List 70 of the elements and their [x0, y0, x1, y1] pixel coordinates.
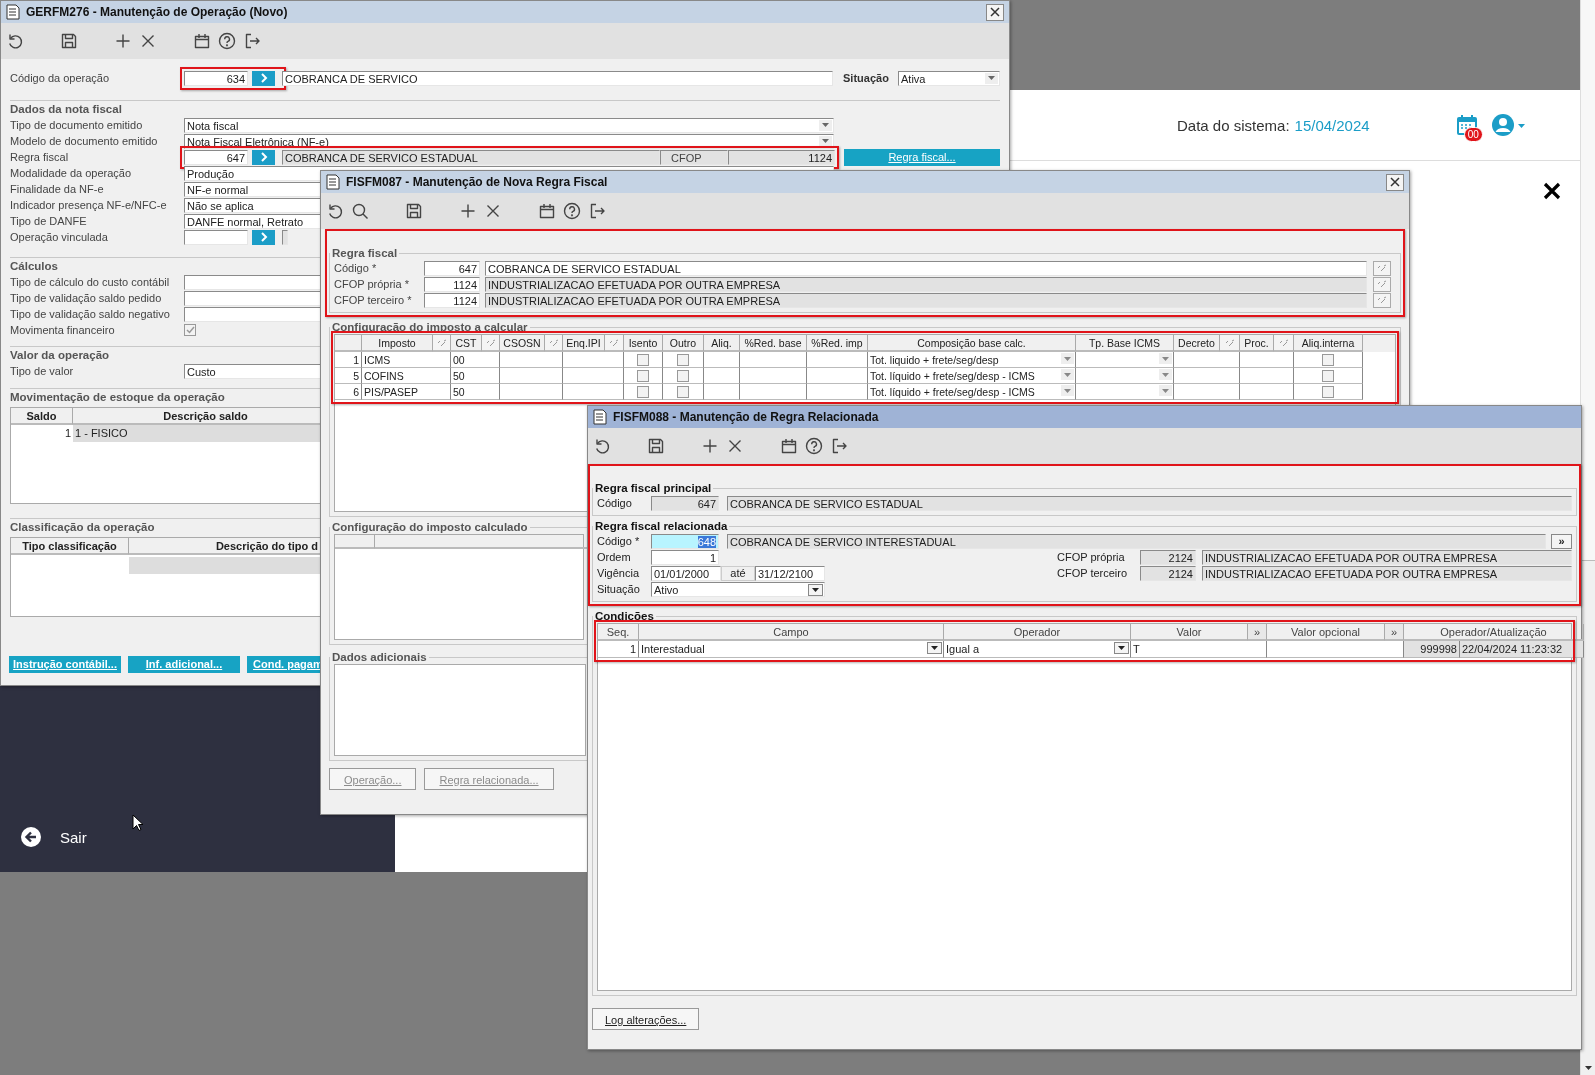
window-title: FISFM087 - Manutenção de Nova Regra Fiscal — [346, 175, 608, 189]
field-label: CFOP própria — [1057, 551, 1126, 563]
section-title: Regra fiscal relacionada — [594, 520, 729, 532]
table-cell: 00 — [451, 352, 500, 368]
table-cell: 1 — [598, 641, 639, 658]
field-label: CFOP própria * — [334, 278, 410, 290]
section-title: Regra fiscal principal — [594, 482, 713, 494]
field-label: CFOP — [660, 149, 728, 165]
field-label: Código * — [334, 262, 378, 274]
section-title: Classificação da operação — [10, 520, 155, 535]
table-cell: 50 — [451, 368, 500, 384]
field-label: Código * — [597, 535, 641, 547]
section-title: Configuração do imposto calculado — [331, 521, 529, 533]
section-title: Configuração do imposto a calcular — [331, 321, 529, 333]
field-label: Ordem — [597, 551, 632, 563]
field-label: Finalidade da NF-e — [10, 183, 105, 195]
table-cell: 50 — [451, 384, 500, 400]
field-label: Modelo de documento emitido — [10, 135, 159, 147]
description-field: INDUSTRIALIZACAO EFETUADA POR OUTRA EMPRESA — [1202, 549, 1572, 565]
table-cell: 1 — [335, 352, 362, 368]
field-label: Indicador presença NF-e/NFC-e — [10, 199, 168, 211]
field-label: Situação — [597, 583, 641, 595]
code-field: 647 — [651, 495, 719, 511]
section-title: Regra fiscal — [331, 247, 399, 259]
field-label: Situação — [843, 72, 890, 84]
table-cell-text: 1 — [63, 426, 72, 441]
selected-text: 648 — [697, 535, 716, 548]
table-cell: PIS/PASEP — [362, 384, 451, 400]
table-cell: 999998 — [1404, 641, 1460, 658]
section-title: Dados da nota fiscal — [10, 102, 122, 117]
description-field: COBRANCA DE SERVICO ESTADUAL — [282, 149, 660, 165]
section-title: Cálculos — [10, 259, 58, 274]
field-label: Modalidade da operação — [10, 167, 133, 179]
section-title: Movimentação de estoque da operação — [10, 390, 225, 405]
system-date-label: Data do sistema: — [1177, 116, 1290, 134]
cfop-field: 2124 — [1140, 565, 1196, 581]
field-label: Código — [597, 497, 633, 509]
description-field: INDUSTRIALIZACAO EFETUADA POR OUTRA EMPRESA — [485, 292, 1367, 308]
table-cell: 6 — [335, 384, 362, 400]
cfop-field: 1124 — [728, 149, 835, 165]
field-label: Código da operação — [10, 72, 111, 84]
field-label: Tipo de cálculo do custo contábil — [10, 276, 171, 288]
field-label: Tipo de DANFE — [10, 215, 88, 227]
section-title: Dados adicionais — [331, 651, 428, 663]
system-date: 15/04/2024 — [1294, 116, 1370, 134]
field-label: CFOP terceiro * — [334, 294, 413, 306]
description-field: COBRANCA DE SERVICO INTERESTADUAL — [727, 533, 1546, 549]
notification-badge: 00 — [1463, 127, 1483, 142]
table-cell: ICMS — [362, 352, 451, 368]
field-label: Tipo de validação saldo negativo — [10, 308, 171, 320]
section-title: Valor da operação — [10, 348, 110, 363]
description-field: INDUSTRIALIZACAO EFETUADA POR OUTRA EMPRESA — [485, 276, 1367, 292]
field-label: Movimenta financeiro — [10, 324, 116, 336]
window-title: GERFM276 - Manutenção de Operação (Novo) — [26, 5, 288, 19]
table-cell: 22/04/2024 11:23:32 — [1460, 641, 1584, 658]
field-label: até — [721, 565, 755, 581]
field-label: Tipo de documento emitido — [10, 119, 144, 131]
window-title: FISFM088 - Manutenção de Regra Relacionada — [613, 410, 879, 424]
table-cell: 5 — [335, 368, 362, 384]
field-label: Regra fiscal — [10, 151, 70, 163]
field-label: Vigência — [597, 567, 640, 579]
field-label: CFOP terceiro — [1057, 567, 1129, 579]
field-label: Tipo de valor — [10, 365, 75, 377]
description-field: INDUSTRIALIZACAO EFETUADA POR OUTRA EMPRESA — [1202, 565, 1572, 581]
section-title: Condições — [594, 610, 655, 622]
description-field: COBRANCA DE SERVICO ESTADUAL — [727, 495, 1572, 511]
cfop-field: 2124 — [1140, 549, 1196, 565]
field-label: Tipo de validação saldo pedido — [10, 292, 163, 304]
field-label: Operação vinculada — [10, 231, 109, 243]
table-cell: COFINS — [362, 368, 451, 384]
